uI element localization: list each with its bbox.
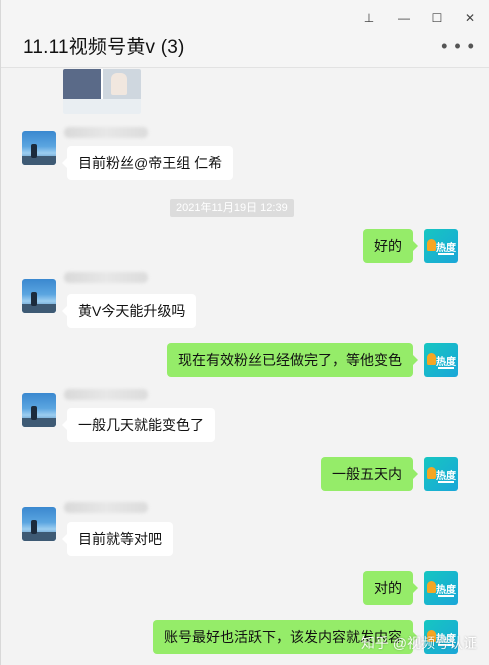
maximize-button[interactable]: ☐ xyxy=(428,9,446,27)
self-avatar[interactable]: 热度 xyxy=(424,571,458,605)
message-timestamp: 2021年11月19日 12:39 xyxy=(170,199,294,217)
close-button[interactable]: ✕ xyxy=(461,9,479,27)
more-options-button[interactable]: • • • xyxy=(441,36,475,56)
self-avatar[interactable]: 热度 xyxy=(424,343,458,377)
contact-avatar[interactable] xyxy=(22,393,56,427)
contact-avatar[interactable] xyxy=(22,279,56,313)
message-bubble-outgoing[interactable]: 好的 xyxy=(363,229,418,263)
self-avatar[interactable]: 热度 xyxy=(424,229,458,263)
image-message[interactable] xyxy=(63,69,141,114)
minimize-button[interactable]: — xyxy=(395,9,413,27)
sender-name-blurred xyxy=(64,127,148,138)
self-avatar[interactable]: 热度 xyxy=(424,457,458,491)
chat-title: 11.11视频号黄v (3) xyxy=(23,37,185,58)
pin-icon[interactable]: ⊥ xyxy=(360,9,378,27)
message-bubble-incoming[interactable]: 目前就等对吧 xyxy=(62,522,173,556)
message-bubble-incoming[interactable]: 黄V今天能升级吗 xyxy=(61,294,197,328)
message-bubble-outgoing[interactable]: 一般五天内 xyxy=(321,457,418,491)
title-bar: 11.11视频号黄v (3) ⊥ — ☐ ✕ • • • xyxy=(1,0,489,68)
sender-name-blurred xyxy=(64,389,148,400)
message-bubble-outgoing[interactable]: 对的 xyxy=(363,571,418,605)
chat-window: 11.11视频号黄v (3) ⊥ — ☐ ✕ • • • 目前粉丝@帝王组 仁希… xyxy=(0,0,489,665)
message-bubble-incoming[interactable]: 一般几天就能变色了 xyxy=(62,408,215,442)
sender-name-blurred xyxy=(64,502,148,513)
watermark: 知乎 @视频号认证 xyxy=(360,635,477,651)
message-bubble-outgoing[interactable]: 现在有效粉丝已经做完了，等他变色 xyxy=(167,343,418,377)
contact-avatar[interactable] xyxy=(22,507,56,541)
message-list[interactable]: 目前粉丝@帝王组 仁希 2021年11月19日 12:39 好的 热度 黄V今天… xyxy=(1,69,489,665)
sender-name-blurred xyxy=(64,272,148,283)
contact-avatar[interactable] xyxy=(22,131,56,165)
message-bubble-incoming[interactable]: 目前粉丝@帝王组 仁希 xyxy=(61,146,234,180)
